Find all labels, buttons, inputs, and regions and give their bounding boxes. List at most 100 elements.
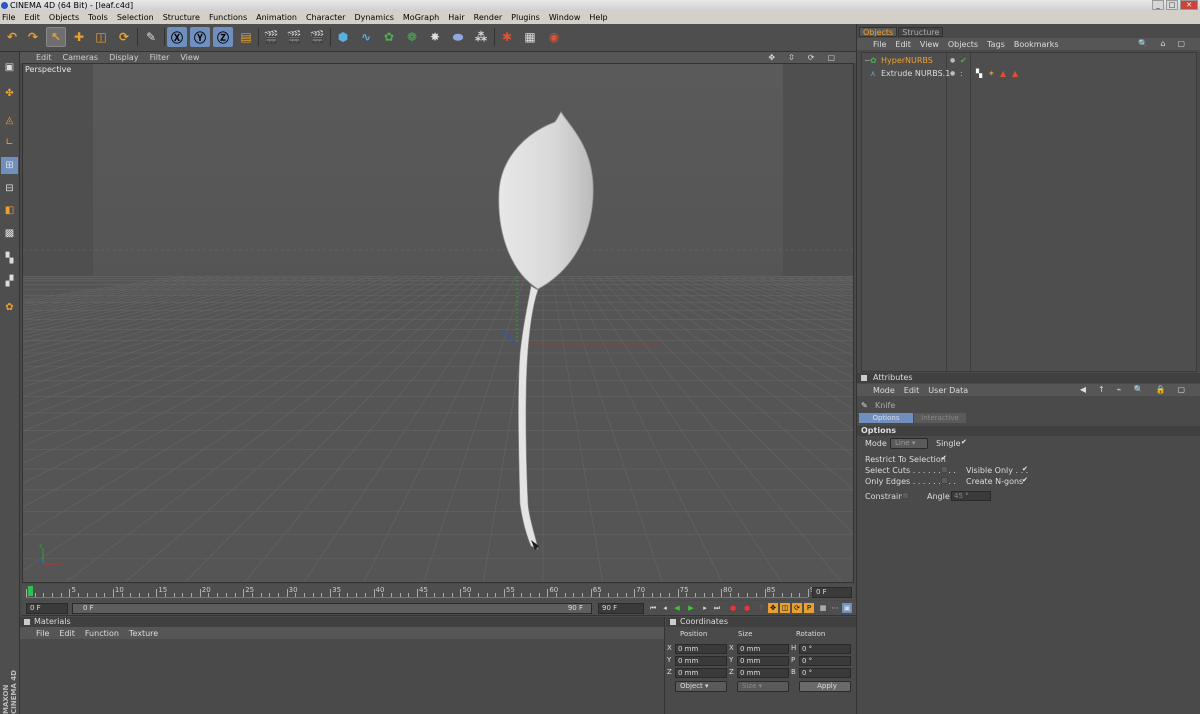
position-y-field[interactable]: 0 mm	[675, 656, 727, 666]
menu-character[interactable]: Character	[306, 13, 346, 22]
rotation-h-field[interactable]: 0 °	[799, 644, 851, 654]
vp-menu-cameras[interactable]: Cameras	[63, 53, 99, 62]
make-editable-icon[interactable]: ▣	[1, 59, 18, 76]
autokey-icon[interactable]: ●	[742, 603, 752, 613]
menu-mograph[interactable]: MoGraph	[403, 13, 439, 22]
create-ngons-checkbox[interactable]: ✔	[1022, 477, 1029, 484]
visibility-dots-icon[interactable]: ●	[950, 55, 955, 67]
scale-key-icon[interactable]: ◫	[780, 603, 790, 613]
vp-menu-filter[interactable]: Filter	[150, 53, 170, 62]
apply-button[interactable]: Apply	[799, 681, 851, 692]
vp-zoom-icon[interactable]: ⇳	[788, 53, 797, 62]
workplane-icon[interactable]: ▞	[1, 273, 18, 290]
vp-menu-view[interactable]: View	[180, 53, 199, 62]
undo-icon[interactable]: ↶	[2, 27, 22, 47]
axis-mode-icon[interactable]: ∟	[1, 134, 18, 151]
render-picture-viewer-icon[interactable]: 🎬	[284, 27, 304, 47]
content-browser-icon[interactable]: ◉	[544, 27, 564, 47]
vp-menu-edit[interactable]: Edit	[36, 53, 52, 62]
play-backward-icon[interactable]: ◀	[672, 603, 682, 613]
select-cuts-checkbox[interactable]	[941, 466, 948, 473]
uv-mode-icon[interactable]: ▩	[1, 225, 18, 242]
obj-menu-tags[interactable]: Tags	[987, 40, 1005, 49]
sculpt-icon[interactable]: ✿	[1, 299, 18, 316]
attr-back-icon[interactable]: ◀	[1080, 385, 1089, 394]
edge-mode-icon[interactable]: ⊟	[1, 180, 18, 197]
tab-objects[interactable]: Objects	[859, 27, 898, 37]
light-icon[interactable]: ✱	[497, 27, 517, 47]
perspective-viewport[interactable]: y x Perspective	[22, 63, 854, 583]
phong-tag-icon[interactable]: ▚	[976, 68, 982, 80]
constrain-checkbox[interactable]	[902, 492, 909, 499]
menu-edit[interactable]: Edit	[24, 13, 40, 22]
menu-render[interactable]: Render	[474, 13, 502, 22]
render-view-icon[interactable]: 🎬	[261, 27, 281, 47]
param-key-icon[interactable]: P	[804, 603, 814, 613]
goto-start-icon[interactable]: ⏮	[648, 603, 658, 613]
menu-objects[interactable]: Objects	[49, 13, 79, 22]
current-frame-field[interactable]: 0 F	[812, 587, 852, 598]
point-mode-icon[interactable]: ⊞	[1, 157, 18, 174]
nurbs-icon[interactable]: ✿	[379, 27, 399, 47]
menu-hair[interactable]: Hair	[448, 13, 464, 22]
selection-tag-icon[interactable]: ▲	[1000, 68, 1006, 80]
obj-menu-file[interactable]: File	[873, 40, 886, 49]
vp-rotate-icon[interactable]: ⟳	[808, 53, 817, 62]
attr-up-icon[interactable]: ↑	[1098, 385, 1108, 394]
mat-menu-texture[interactable]: Texture	[129, 629, 158, 638]
menu-window[interactable]: Window	[549, 13, 581, 22]
enabled-dot-icon[interactable]: :	[960, 68, 963, 80]
redo-icon[interactable]: ↷	[23, 27, 43, 47]
obj-menu-bookmarks[interactable]: Bookmarks	[1014, 40, 1059, 49]
z-axis-lock-icon[interactable]: Ⓩ	[213, 27, 233, 47]
timeline-window-icon[interactable]: ▣	[842, 603, 852, 613]
recent-tools-icon[interactable]: ✎	[141, 27, 161, 47]
size-y-field[interactable]: 0 mm	[737, 656, 789, 666]
object-row-hypernurbs[interactable]: − ✿ HyperNURBS ● ✔	[862, 55, 1198, 67]
rotation-key-icon[interactable]: ⟳	[792, 603, 802, 613]
only-edges-checkbox[interactable]	[941, 477, 948, 484]
menu-dynamics[interactable]: Dynamics	[354, 13, 393, 22]
array-icon[interactable]: ❁	[402, 27, 422, 47]
texture-mode-icon[interactable]: ◬	[1, 112, 18, 129]
pla-key-icon[interactable]: ▦	[818, 603, 828, 613]
obj-lock-icon[interactable]: ⌂	[1160, 39, 1168, 48]
timeline-options-icon[interactable]: ⋯	[830, 603, 840, 613]
menu-plugins[interactable]: Plugins	[511, 13, 540, 22]
mat-menu-file[interactable]: File	[36, 629, 49, 638]
obj-menu-edit[interactable]: Edit	[895, 40, 911, 49]
obj-menu-view[interactable]: View	[920, 40, 939, 49]
vp-maximize-icon[interactable]: ▢	[827, 53, 837, 62]
attr-lock-icon[interactable]: 🔒	[1155, 385, 1168, 394]
mat-menu-edit[interactable]: Edit	[59, 629, 75, 638]
object-mode-icon[interactable]: ✤	[1, 85, 18, 102]
obj-new-window-icon[interactable]: ▢	[1177, 39, 1188, 48]
visibility-dots-icon[interactable]: ●	[950, 68, 955, 80]
render-settings-icon[interactable]: 🎬	[307, 27, 327, 47]
menu-selection[interactable]: Selection	[117, 13, 154, 22]
object-row-extrude-nurbs[interactable]: ⋏ Extrude NURBS.1 ● : ▚ ✶ ▲ ▲	[862, 68, 1198, 80]
attr-menu-mode[interactable]: Mode	[873, 386, 895, 395]
position-key-icon[interactable]: ✥	[768, 603, 778, 613]
move-icon[interactable]: ✚	[69, 27, 89, 47]
menu-file[interactable]: File	[2, 13, 15, 22]
attr-search-icon[interactable]: 🔍	[1134, 385, 1147, 394]
menu-functions[interactable]: Functions	[209, 13, 247, 22]
record-icon[interactable]: ●	[728, 603, 738, 613]
prev-key-icon[interactable]: ◂	[660, 603, 670, 613]
attr-menu-edit[interactable]: Edit	[904, 386, 920, 395]
menu-help[interactable]: Help	[589, 13, 607, 22]
menu-animation[interactable]: Animation	[256, 13, 297, 22]
rotate-icon[interactable]: ⟳	[114, 27, 134, 47]
angle-field[interactable]: 45 °	[951, 491, 991, 501]
playhead[interactable]	[28, 586, 33, 596]
single-checkbox[interactable]: ✔	[961, 439, 968, 446]
visible-only-checkbox[interactable]: ✔	[1022, 466, 1029, 473]
live-selection-icon[interactable]: ↖	[46, 27, 66, 47]
keyframe-selection-icon[interactable]: ?	[756, 603, 766, 613]
size-x-field[interactable]: 0 mm	[737, 644, 789, 654]
mat-menu-function[interactable]: Function	[85, 629, 119, 638]
coordinate-system-icon[interactable]: ▤	[236, 27, 256, 47]
scale-icon[interactable]: ◫	[91, 27, 111, 47]
rotation-b-field[interactable]: 0 °	[799, 668, 851, 678]
